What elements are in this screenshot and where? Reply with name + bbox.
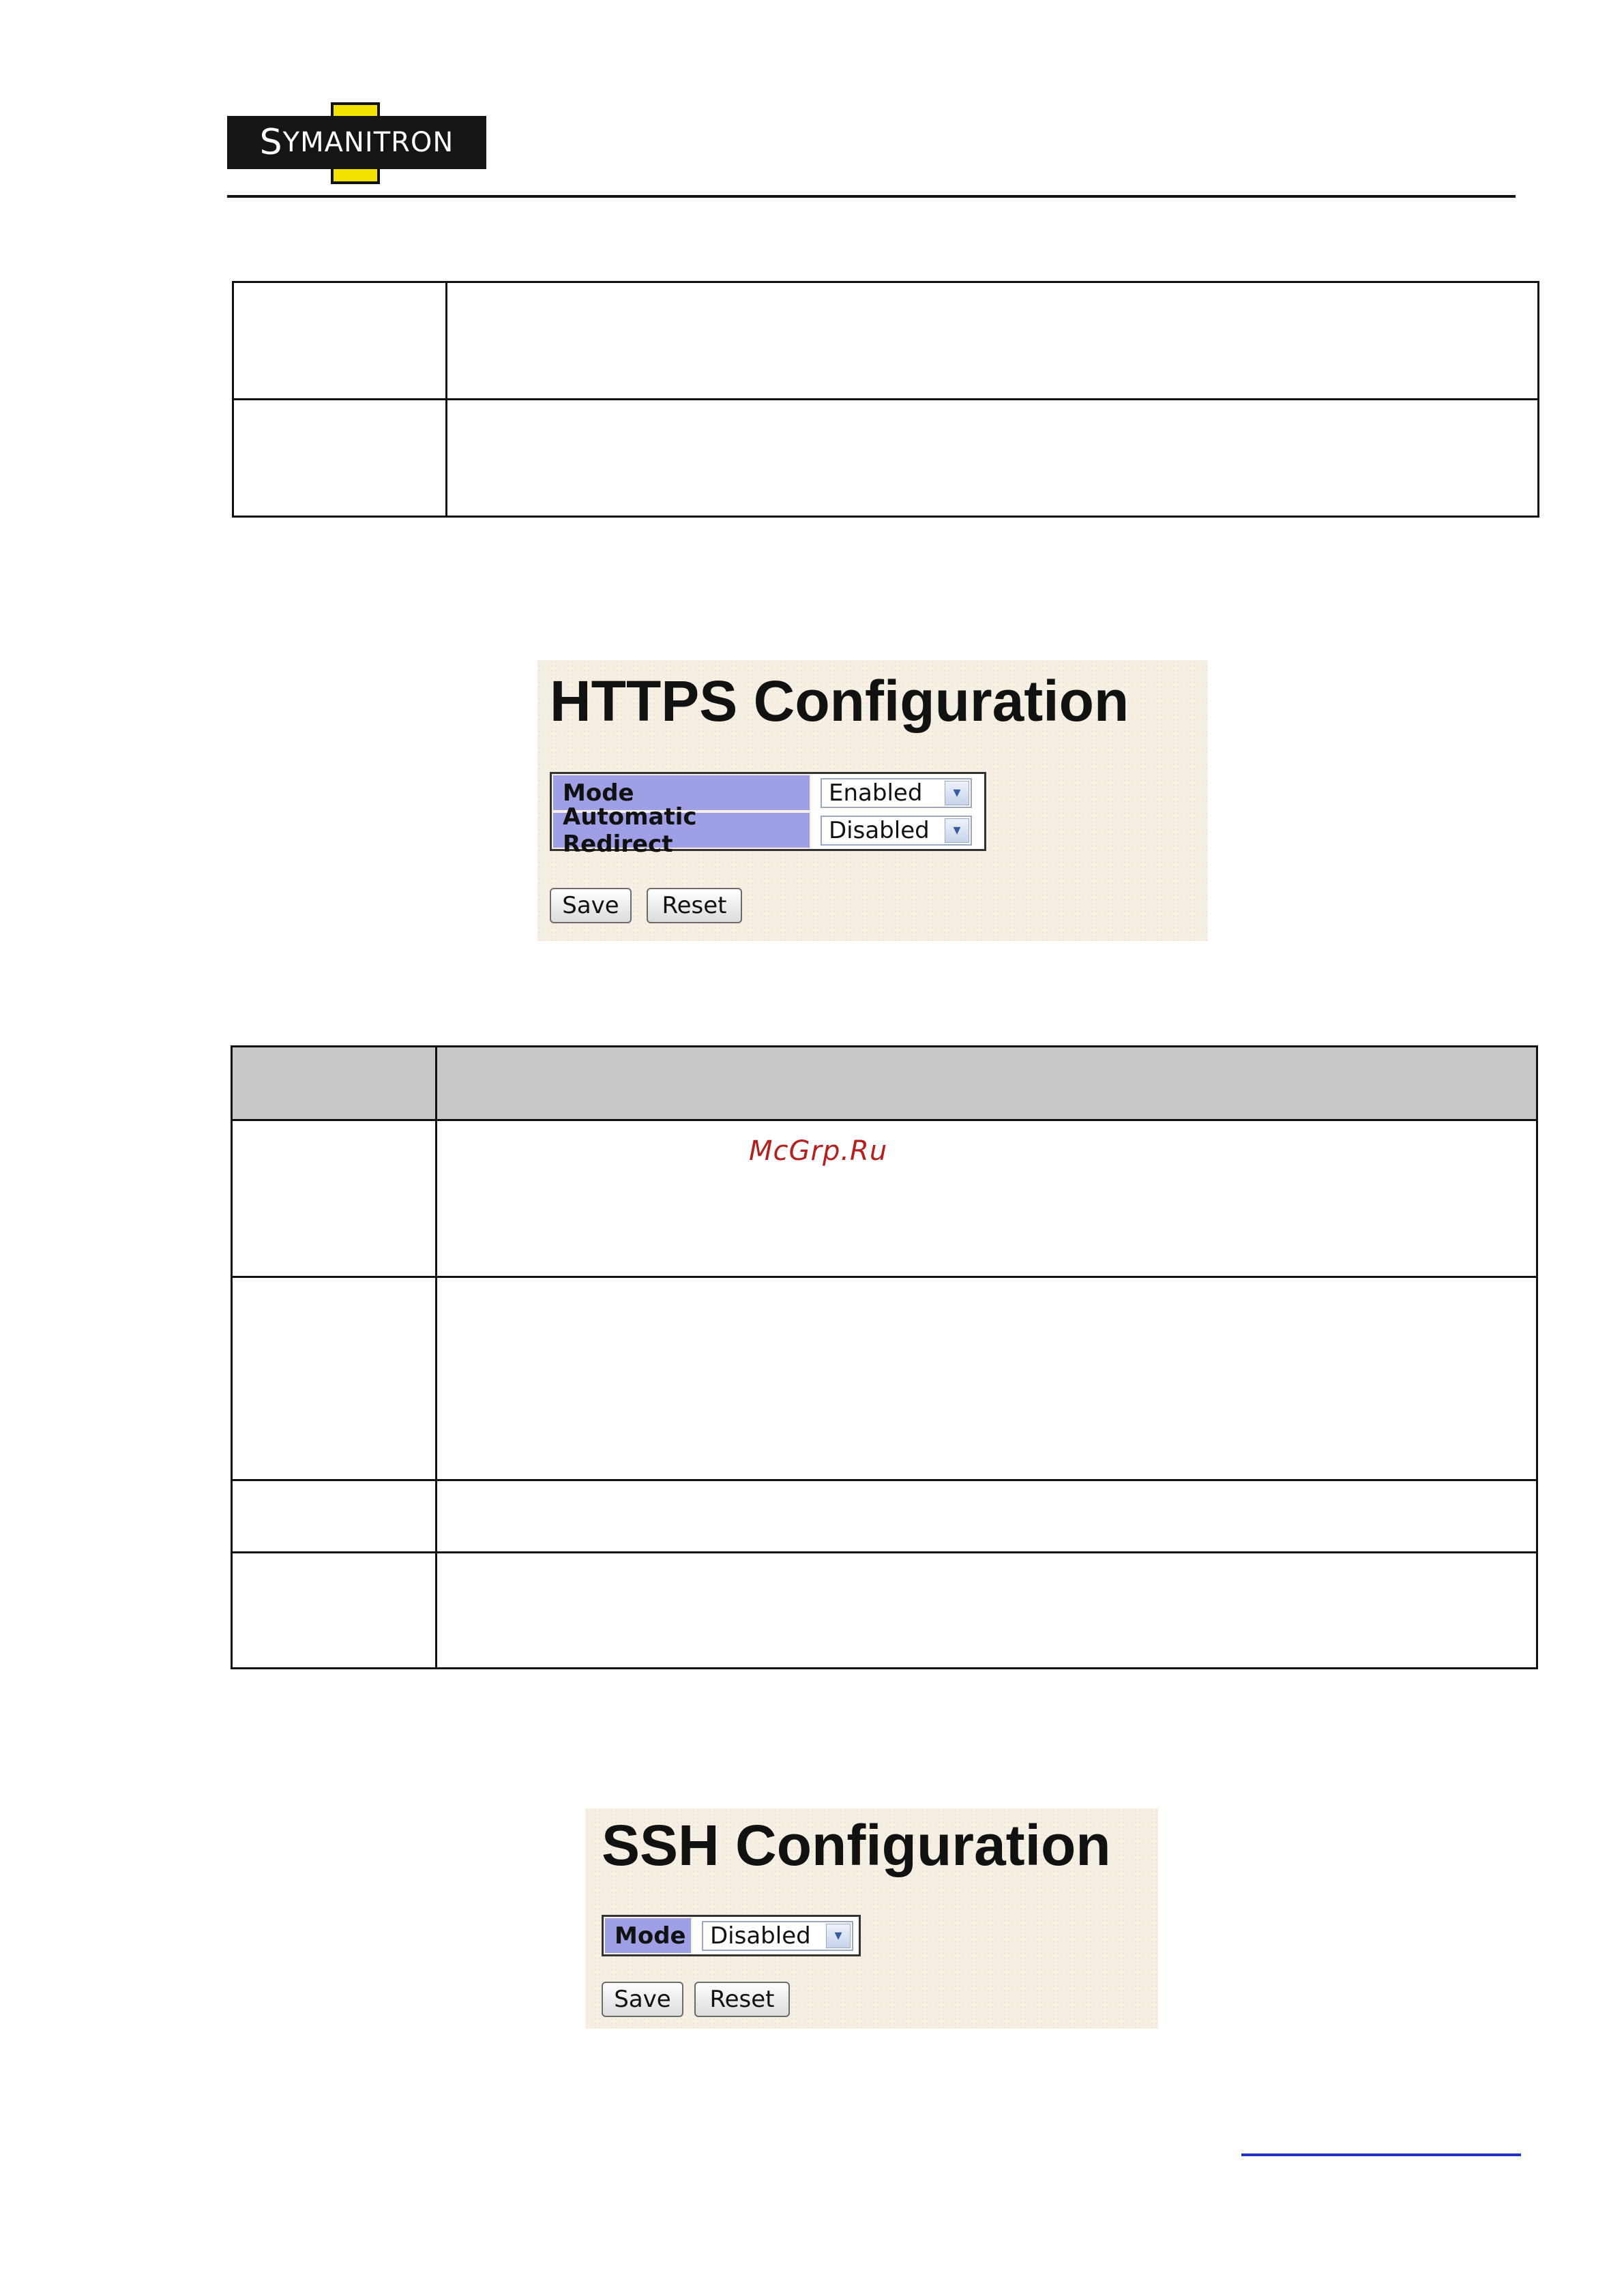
https-save-button[interactable]: Save	[550, 888, 632, 923]
ssh-panel-title: SSH Configuration	[602, 1813, 1111, 1877]
chevron-down-icon[interactable]: ▾	[826, 1923, 851, 1948]
https-mode-select[interactable]: Enabled ▾	[821, 777, 972, 808]
table-row	[231, 1276, 1538, 1481]
logo-letters-rest: MANITRON	[300, 127, 454, 158]
https-redirect-select-value: Disabled	[829, 816, 930, 844]
logo-letter-y: Y	[282, 127, 301, 158]
https-reset-button[interactable]: Reset	[647, 888, 742, 923]
https-mode-select-value: Enabled	[829, 779, 923, 807]
company-logo: S Y MANITRON	[227, 102, 486, 184]
table-cell-label	[231, 1276, 437, 1481]
https-redirect-label: Automatic Redirect	[552, 803, 811, 858]
https-redirect-row: Automatic Redirect Disabled ▾	[552, 803, 984, 858]
https-mode-cell: Enabled ▾	[811, 774, 972, 811]
ssh-mode-label: Mode	[604, 1917, 692, 1954]
table-row	[231, 1551, 1538, 1669]
table-cell-description	[435, 1276, 1538, 1481]
table-row	[232, 281, 1539, 400]
watermark-text: McGrp.Ru	[749, 1135, 888, 1167]
chevron-down-icon[interactable]: ▾	[945, 818, 969, 843]
ssh-save-button[interactable]: Save	[602, 1982, 683, 2017]
table-cell-description	[435, 1551, 1538, 1669]
table-header-cell	[231, 1045, 437, 1121]
table-cell-description	[435, 1479, 1538, 1553]
https-redirect-select[interactable]: Disabled ▾	[821, 815, 972, 846]
ssh-mode-row: Mode Disabled ▾	[604, 1917, 859, 1954]
table-cell-label	[232, 398, 447, 518]
https-configuration-panel: HTTPS Configuration Mode Enabled ▾ Autom…	[537, 660, 1208, 941]
table-row	[232, 398, 1539, 518]
logo-text: S Y MANITRON	[227, 116, 486, 169]
footer-link[interactable]	[1241, 2153, 1521, 2156]
ssh-mode-select[interactable]: Disabled ▾	[702, 1920, 853, 1951]
table-cell-label	[231, 1551, 437, 1669]
ssh-configuration-panel: SSH Configuration Mode Disabled ▾ Save R…	[585, 1808, 1158, 2029]
table-cell-description	[445, 398, 1539, 518]
table-row	[231, 1479, 1538, 1553]
ssh-reset-button[interactable]: Reset	[694, 1982, 790, 2017]
https-settings-table: Mode Enabled ▾ Automatic Redirect Disabl…	[550, 772, 986, 858]
table-header-row	[231, 1045, 1538, 1121]
https-redirect-cell: Disabled ▾	[811, 811, 972, 849]
table-cell-description	[435, 1119, 1538, 1278]
header-divider	[227, 195, 1516, 198]
table-header-cell	[435, 1045, 1538, 1121]
parameter-table-top	[232, 281, 1539, 518]
table-cell-label	[231, 1479, 437, 1553]
ssh-mode-cell: Disabled ▾	[692, 1917, 853, 1954]
https-panel-title: HTTPS Configuration	[550, 669, 1130, 733]
table-cell-label	[231, 1119, 437, 1278]
chevron-down-icon[interactable]: ▾	[945, 780, 969, 805]
table-cell-label	[232, 281, 447, 400]
logo-letter-s: S	[259, 122, 283, 163]
table-cell-description	[445, 281, 1539, 400]
ssh-settings-table: Mode Disabled ▾	[602, 1915, 861, 1956]
ssh-mode-select-value: Disabled	[710, 1922, 811, 1950]
